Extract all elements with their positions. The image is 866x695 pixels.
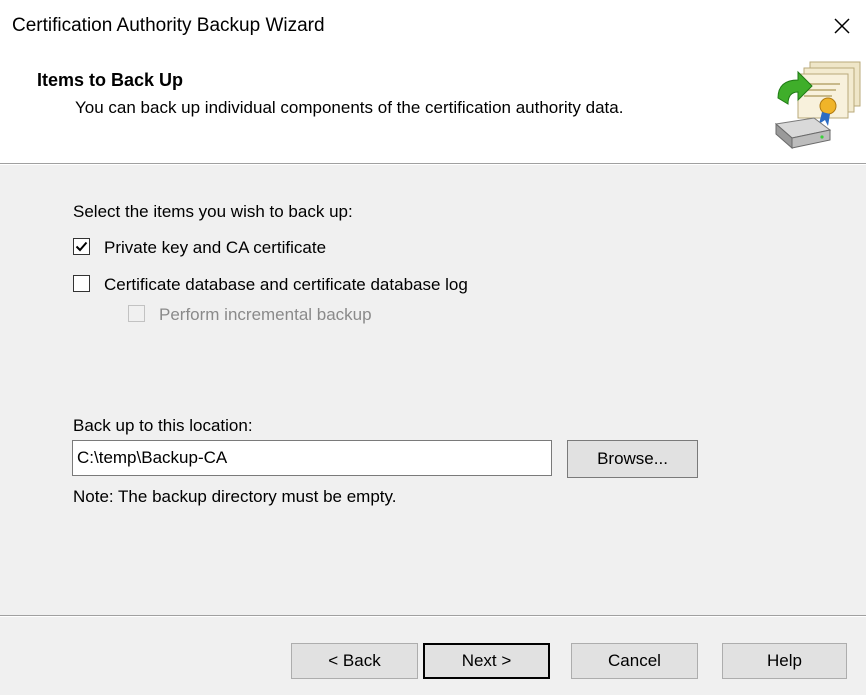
close-icon: [834, 18, 850, 34]
back-button[interactable]: < Back: [291, 643, 418, 679]
incremental-backup-checkbox: [128, 305, 145, 322]
backup-certificate-icon: [774, 61, 861, 150]
title-bar: Certification Authority Backup Wizard: [0, 0, 866, 52]
backup-location-input[interactable]: [72, 440, 552, 476]
backup-note: Note: The backup directory must be empty…: [73, 487, 397, 506]
window-title: Certification Authority Backup Wizard: [12, 15, 325, 36]
backup-location-label: Back up to this location:: [73, 416, 253, 435]
private-key-checkbox[interactable]: [73, 238, 90, 255]
select-items-label: Select the items you wish to back up:: [73, 202, 353, 221]
wizard-footer: < Back Next > Cancel Help: [0, 617, 866, 695]
close-button[interactable]: [818, 0, 866, 52]
next-button[interactable]: Next >: [423, 643, 550, 679]
page-title: Items to Back Up: [37, 70, 184, 90]
page-description: You can back up individual components of…: [75, 98, 624, 117]
certificate-database-checkbox[interactable]: [73, 275, 90, 292]
wizard-content: Select the items you wish to back up: Pr…: [0, 165, 866, 615]
help-button[interactable]: Help: [722, 643, 847, 679]
private-key-label[interactable]: Private key and CA certificate: [104, 238, 326, 258]
checkmark-icon: [75, 241, 88, 252]
incremental-backup-label: Perform incremental backup: [159, 305, 372, 324]
browse-button[interactable]: Browse...: [567, 440, 698, 478]
cancel-button[interactable]: Cancel: [571, 643, 698, 679]
wizard-header: Items to Back Up You can back up individ…: [0, 52, 866, 164]
certificate-database-label[interactable]: Certificate database and certificate dat…: [104, 275, 468, 295]
